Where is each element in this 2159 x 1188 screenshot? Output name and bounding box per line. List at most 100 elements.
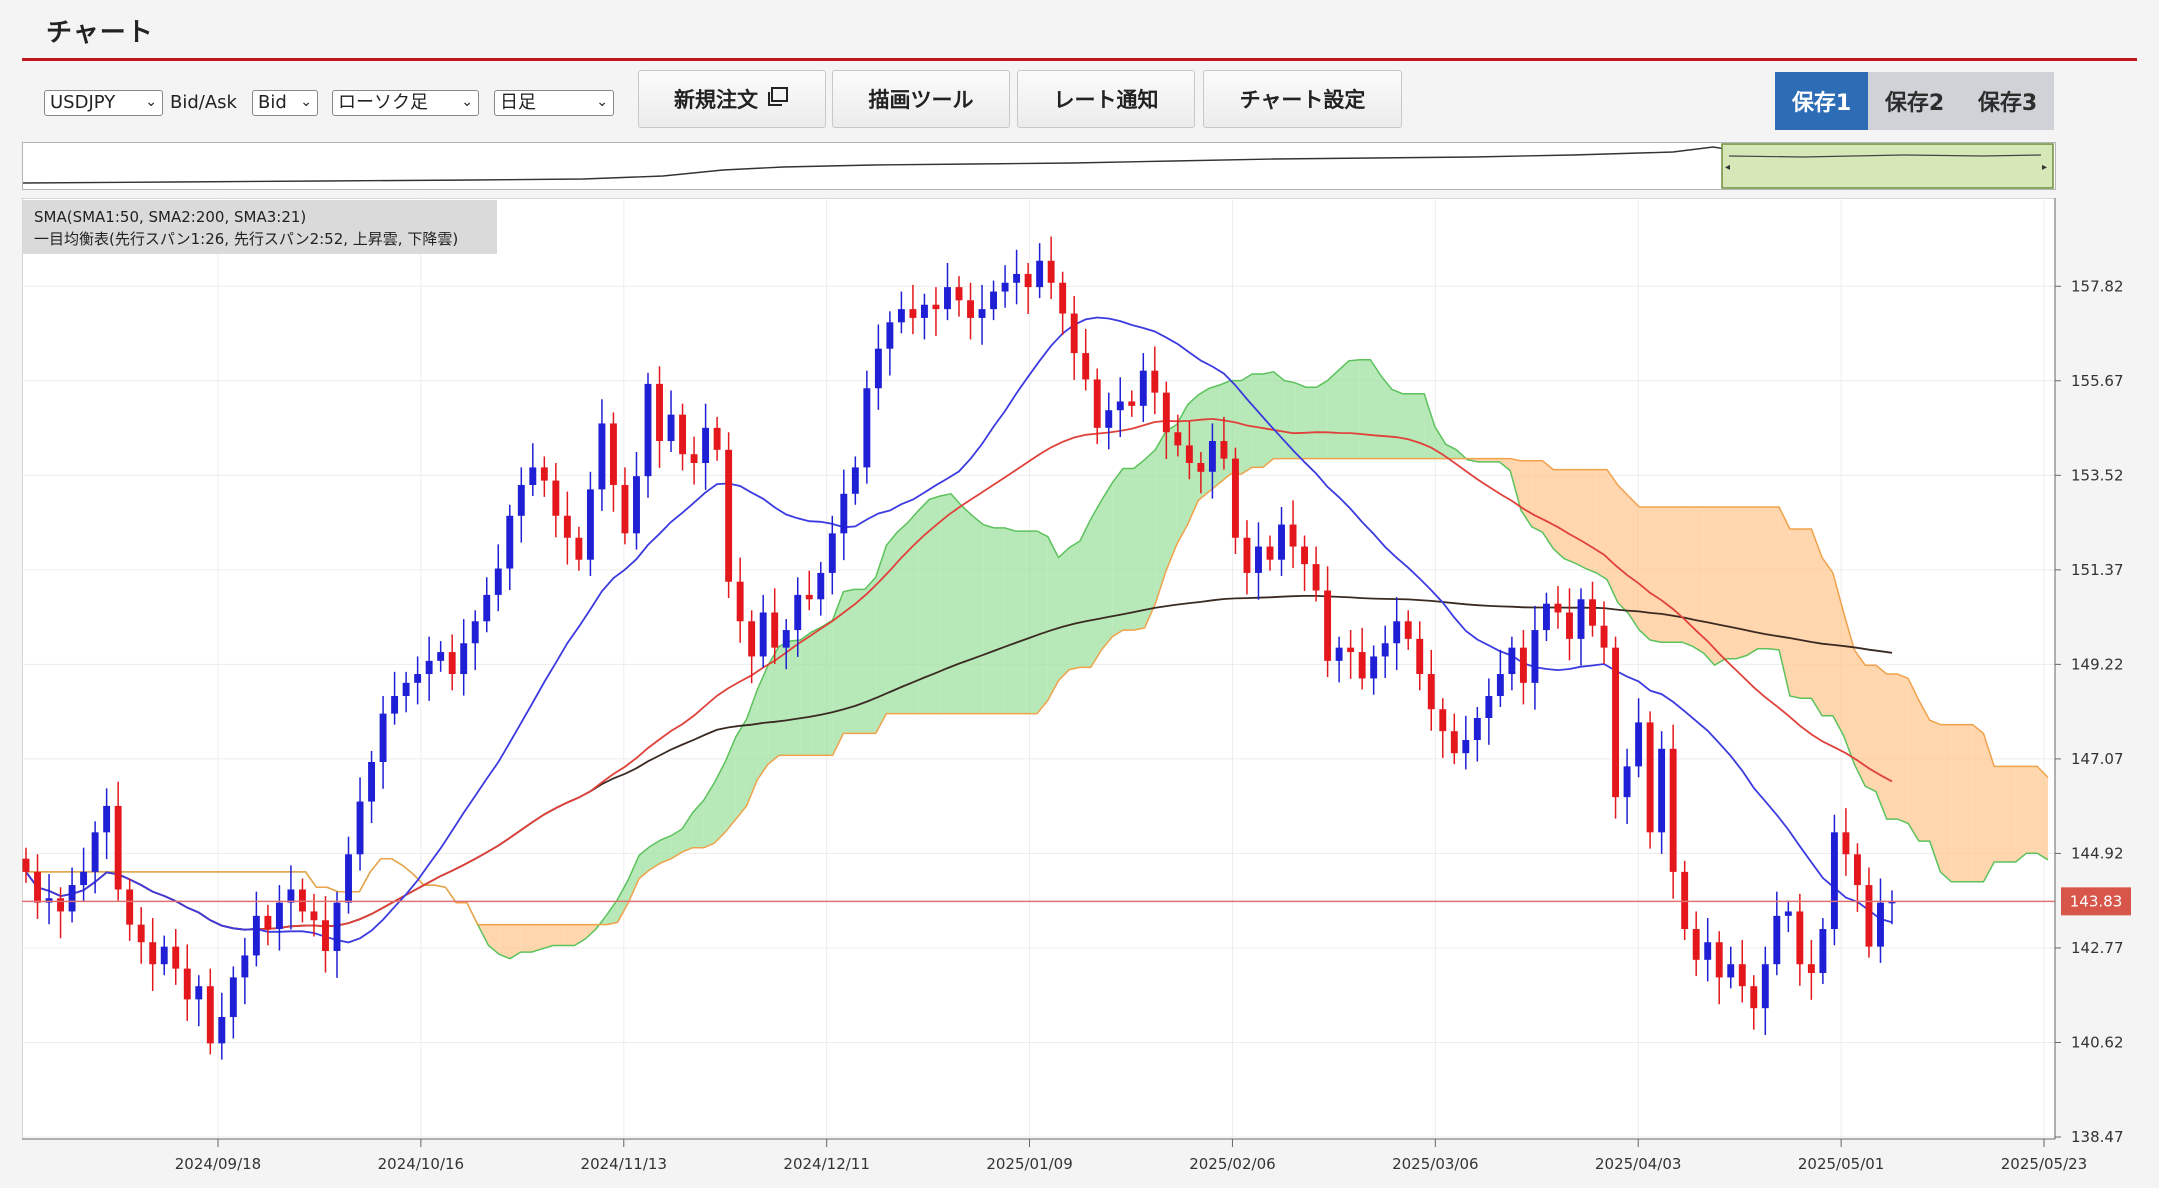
cloud-up-segment bbox=[1198, 388, 1210, 501]
cloud-up-segment bbox=[1413, 393, 1425, 459]
candle-up bbox=[1531, 630, 1539, 683]
cloud-down-segment bbox=[1574, 469, 1586, 569]
cloud-up-segment bbox=[1305, 387, 1317, 459]
candle-down bbox=[1289, 524, 1297, 547]
new-order-button[interactable]: 新規注文 bbox=[638, 70, 826, 128]
cloud-down-segment bbox=[1639, 506, 1651, 640]
candle-up bbox=[1105, 410, 1113, 428]
cloud-up-segment bbox=[1080, 519, 1091, 668]
candle-down bbox=[621, 484, 629, 534]
candle-down bbox=[563, 515, 571, 538]
candle-down bbox=[967, 300, 974, 318]
candle-down bbox=[1231, 458, 1239, 538]
cloud-up-segment bbox=[1069, 541, 1081, 670]
rate-alert-button[interactable]: レート通知 bbox=[1017, 70, 1195, 128]
cloud-up-segment bbox=[983, 524, 994, 714]
symbol-select-value: USDJPY bbox=[50, 92, 116, 113]
cloud-up-segment bbox=[800, 632, 812, 756]
candle-up bbox=[1773, 915, 1781, 965]
cloud-down-segment bbox=[1703, 506, 1715, 666]
page-title: チャート bbox=[46, 18, 154, 48]
candle-down bbox=[1450, 731, 1458, 754]
cloud-up-segment bbox=[1348, 359, 1360, 459]
new-window-icon bbox=[766, 86, 790, 113]
candle-down bbox=[609, 423, 617, 485]
x-tick-label: 2025/02/06 bbox=[1189, 1155, 1275, 1173]
symbol-select[interactable]: USDJPY ⌄ bbox=[44, 90, 163, 116]
cloud-up-segment bbox=[1273, 371, 1285, 459]
candle-down bbox=[1600, 625, 1608, 648]
save-2-button[interactable]: 保存2 bbox=[1868, 72, 1961, 130]
bidask-select[interactable]: Bid ⌄ bbox=[252, 90, 318, 116]
candle-up bbox=[160, 946, 168, 965]
timeframe-select[interactable]: 日足 ⌄ bbox=[494, 90, 614, 116]
y-axis: 157.82 155.67 153.52 151.37 149.22 147.07 144.… bbox=[2054, 198, 2124, 1146]
candle-down bbox=[149, 942, 157, 965]
cloud-down-segment bbox=[1908, 678, 1919, 842]
candle-down bbox=[1093, 379, 1101, 428]
candle-down bbox=[1750, 986, 1758, 1009]
cloud-up-segment bbox=[1090, 500, 1102, 668]
cloud-down-segment bbox=[1585, 469, 1597, 573]
cloud-up-segment bbox=[1004, 527, 1016, 714]
candle-up bbox=[817, 572, 825, 600]
save-1-button[interactable]: 保存1 bbox=[1775, 72, 1868, 130]
cloud-up-segment bbox=[940, 493, 951, 714]
x-tick-label: 2024/10/16 bbox=[378, 1155, 464, 1173]
candle-up bbox=[506, 515, 514, 569]
candle-up bbox=[414, 674, 422, 683]
cloud-down-segment bbox=[1886, 674, 1898, 820]
drawing-tools-button[interactable]: 描画ツール bbox=[832, 70, 1010, 128]
x-tick-label: 2025/03/06 bbox=[1392, 1155, 1478, 1173]
cloud-up-segment bbox=[1047, 536, 1059, 701]
cloud-up-segment bbox=[854, 589, 865, 734]
candle-down bbox=[736, 581, 744, 622]
cloud-up-segment bbox=[950, 493, 962, 714]
x-axis: 2024/09/18 2024/10/16 2024/11/13 2024/12/11… bbox=[22, 1138, 2087, 1173]
cloud-down-segment bbox=[1918, 700, 1930, 842]
candle-up bbox=[356, 801, 364, 855]
svg-text:◂: ◂ bbox=[1725, 162, 1730, 173]
x-tick-label: 2024/12/11 bbox=[783, 1155, 869, 1173]
cloud-up-segment bbox=[1112, 468, 1124, 637]
candle-up bbox=[1819, 929, 1827, 974]
price-chart[interactable]: 157.82 155.67 153.52 151.37 149.22 147.07 144.… bbox=[21, 197, 2137, 1180]
candle-down bbox=[771, 612, 779, 648]
cloud-up-segment bbox=[1123, 468, 1134, 631]
y-tick-label: 157.82 bbox=[2071, 277, 2124, 295]
candle-up bbox=[1485, 696, 1493, 719]
cloud-down-segment bbox=[1865, 665, 1876, 792]
candle-down bbox=[1243, 537, 1251, 573]
candle-up bbox=[218, 1016, 226, 1044]
chart-type-select[interactable]: ローソク足 ⌄ bbox=[332, 90, 479, 116]
cloud-up-segment bbox=[1058, 547, 1070, 681]
svg-text:▸: ▸ bbox=[2042, 162, 2047, 173]
candle-up bbox=[633, 476, 640, 534]
chart-settings-button[interactable]: チャート設定 bbox=[1203, 70, 1402, 128]
candle-up bbox=[598, 423, 606, 490]
candle-down bbox=[1162, 392, 1170, 433]
candle-up bbox=[333, 902, 341, 952]
price-chart-svg[interactable]: 157.82 155.67 153.52 151.37 149.22 147.07 144.… bbox=[21, 197, 2137, 1180]
save-3-button[interactable]: 保存3 bbox=[1961, 72, 2054, 130]
candle-down bbox=[748, 621, 756, 657]
drawing-tools-label: 描画ツール bbox=[868, 88, 974, 112]
cloud-up-segment bbox=[1316, 380, 1328, 459]
cloud-up-segment bbox=[1219, 380, 1231, 483]
candle-down bbox=[172, 946, 180, 969]
candle-down bbox=[1842, 832, 1850, 855]
chart-navigator[interactable]: ◂ ▸ bbox=[22, 142, 2056, 190]
candle-down bbox=[909, 309, 917, 318]
candle-down bbox=[1519, 647, 1527, 683]
candle-down bbox=[1404, 621, 1412, 639]
candle-down bbox=[310, 911, 318, 921]
candle-up bbox=[425, 660, 433, 675]
candle-down bbox=[57, 898, 65, 912]
candle-up bbox=[1727, 964, 1735, 978]
candle-down bbox=[1059, 282, 1067, 314]
cloud-up-segment bbox=[821, 620, 833, 756]
candle-down bbox=[34, 871, 41, 903]
y-tick-label: 140.62 bbox=[2071, 1033, 2124, 1051]
candle-down bbox=[1301, 546, 1309, 565]
y-tick-label: 138.47 bbox=[2071, 1128, 2124, 1146]
